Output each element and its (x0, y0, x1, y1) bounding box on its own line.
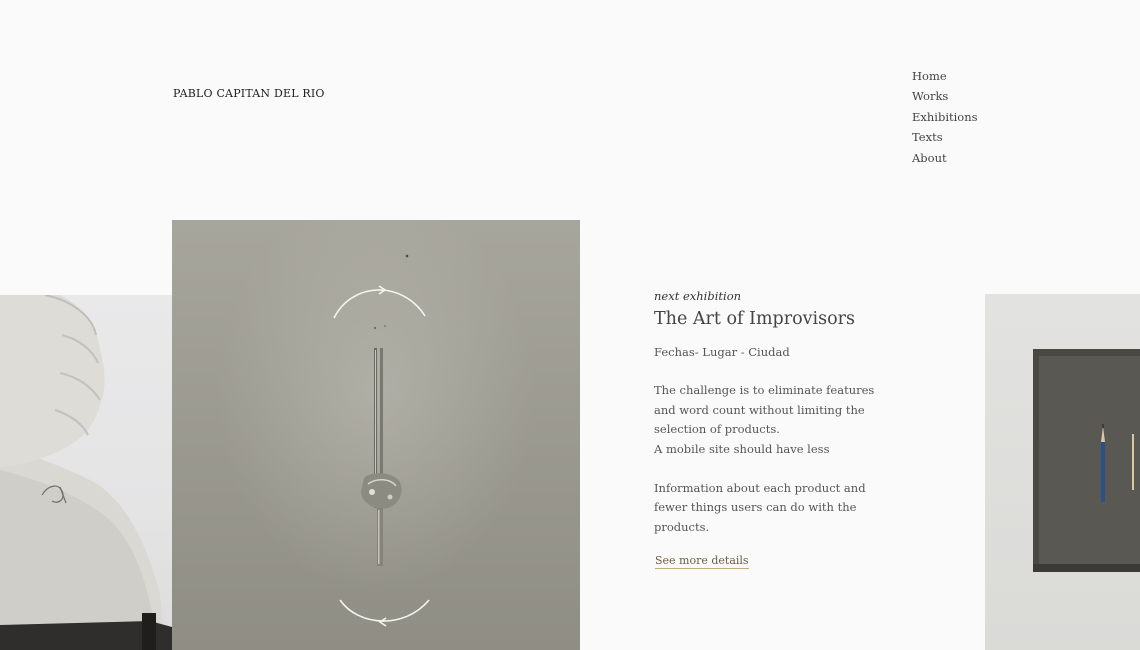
nav-item-texts[interactable]: Texts (912, 127, 978, 147)
site-logo[interactable]: PABLO CAPITAN DEL RIO (173, 87, 325, 100)
nav-item-home[interactable]: Home (912, 66, 978, 86)
exhibition-eyebrow: next exhibition (654, 289, 742, 303)
exhibition-title: The Art of Improvisors (654, 309, 855, 329)
description-paragraph: The challenge is to eliminate features a… (654, 383, 875, 436)
artwork-image-next[interactable] (985, 294, 1140, 650)
box-with-pencil-illustration (1033, 349, 1140, 572)
artwork-image-current[interactable] (172, 220, 580, 650)
exhibition-info: next exhibition The Art of Improvisors F… (654, 288, 894, 569)
main-nav: Home Works Exhibitions Texts About (912, 66, 978, 168)
nav-item-exhibitions[interactable]: Exhibitions (912, 107, 978, 127)
see-more-details-link[interactable]: See more details (655, 554, 749, 569)
description-paragraph: Information about each product and fewer… (654, 480, 866, 534)
nav-item-about[interactable]: About (912, 148, 978, 168)
description-paragraph: A mobile site should have less (654, 441, 830, 456)
plaster-hand-illustration (0, 295, 172, 650)
page: PABLO CAPITAN DEL RIO Home Works Exhibit… (0, 0, 1140, 650)
exhibition-meta: Fechas- Lugar - Ciudad (654, 345, 790, 359)
artwork-image-previous[interactable] (0, 295, 172, 650)
nav-item-works[interactable]: Works (912, 86, 978, 106)
exhibition-description: The challenge is to eliminate features a… (654, 381, 894, 537)
metal-sculpture-illustration (333, 254, 430, 627)
